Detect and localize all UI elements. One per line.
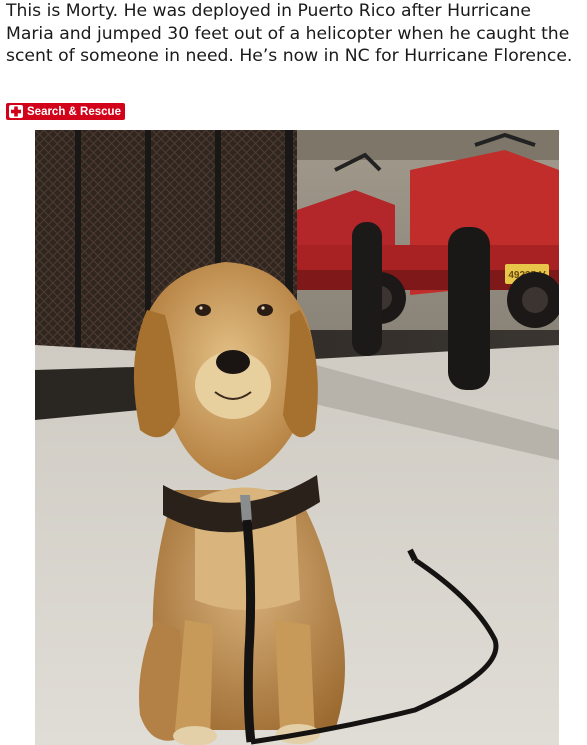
red-cross-icon (9, 105, 23, 118)
post-flair[interactable]: Search & Rescue (6, 103, 125, 120)
post-image[interactable]: 49235 V (35, 130, 559, 745)
leash (242, 519, 256, 743)
post-flair-label: Search & Rescue (27, 105, 121, 118)
dog-nose (216, 350, 250, 374)
post-title[interactable]: This is Morty. He was deployed in Puerto… (6, 0, 581, 68)
